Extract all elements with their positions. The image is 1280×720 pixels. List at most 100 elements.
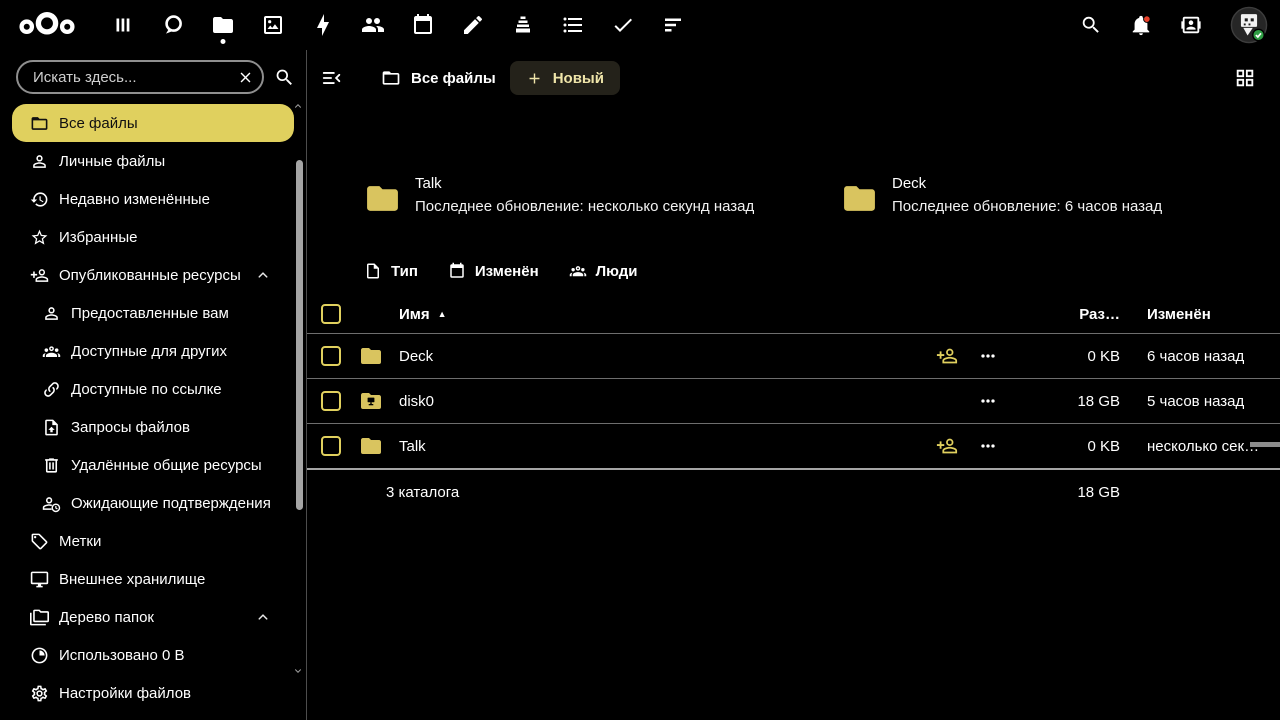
sidebar-item[interactable]: Избранные: [0, 218, 306, 256]
app-photo-icon[interactable]: [260, 5, 286, 45]
app-pencil-icon[interactable]: [460, 5, 486, 45]
contacts-menu-button[interactable]: [1180, 13, 1204, 37]
app-stack-icon[interactable]: [510, 5, 536, 45]
app-list-icon[interactable]: [560, 5, 586, 45]
scroll-down-icon[interactable]: [292, 665, 304, 677]
sidebar-item-label: Настройки файлов: [59, 685, 191, 702]
search-input[interactable]: [31, 68, 237, 87]
breadcrumb[interactable]: Все файлы: [381, 68, 496, 88]
folder-icon: [211, 13, 235, 37]
app-two-people-icon[interactable]: [360, 5, 386, 45]
app-columns-icon[interactable]: [110, 5, 136, 45]
app-lines-icon[interactable]: [660, 5, 686, 45]
select-all-checkbox[interactable]: [321, 304, 341, 324]
contact-badge-icon: [1180, 14, 1202, 36]
row-checkbox[interactable]: [321, 436, 341, 456]
folder-icon: [359, 434, 383, 458]
search-icon-button[interactable]: [274, 65, 298, 89]
notifications-button[interactable]: [1130, 13, 1154, 37]
sidebar-item[interactable]: Все файлы: [12, 104, 294, 142]
app-talk-bubble-icon[interactable]: [160, 5, 186, 45]
file-name[interactable]: Deck: [399, 348, 934, 365]
sidebar-item-label: Использовано 0 B: [59, 647, 185, 664]
grid-view-toggle[interactable]: [1234, 66, 1258, 90]
sidebar-item[interactable]: Личные файлы: [0, 142, 306, 180]
sidebar-item[interactable]: Запросы файлов: [0, 408, 306, 446]
share-button[interactable]: [934, 344, 960, 368]
table-row[interactable]: Deck0 KB6 часов назад: [307, 334, 1280, 379]
file-modified: 5 часов назад: [1147, 393, 1280, 410]
sidebar-item[interactable]: Доступные для других: [0, 332, 306, 370]
calendar-icon: [448, 262, 466, 280]
content-header: Все файлы Новый: [307, 56, 1280, 100]
sidebar-item[interactable]: Настройки файлов: [0, 674, 306, 712]
sidebar-item[interactable]: Предоставленные вам: [0, 294, 306, 332]
app-launcher: [110, 5, 686, 45]
stack-icon: [511, 13, 535, 37]
folder-icon: [364, 180, 401, 217]
active-app-dot: [221, 39, 226, 44]
recent-card[interactable]: DeckПоследнее обновление: 6 часов назад: [841, 172, 1162, 218]
file-name[interactable]: Talk: [399, 438, 934, 455]
sidebar-item[interactable]: Доступные по ссылке: [0, 370, 306, 408]
scrollbar-fragment[interactable]: [1250, 442, 1280, 447]
row-checkbox[interactable]: [321, 346, 341, 366]
scroll-up-icon[interactable]: [292, 100, 304, 112]
sidebar: Все файлыЛичные файлыНедавно изменённыеИ…: [0, 50, 307, 720]
sort-by-name-button[interactable]: Имя ▲: [399, 306, 447, 323]
chevron-down-icon: [292, 665, 304, 677]
sidebar-item[interactable]: Дерево папок: [0, 598, 306, 636]
search-box: [16, 60, 264, 94]
share-button[interactable]: [934, 434, 960, 458]
sidebar-item-label: Предоставленные вам: [71, 305, 229, 322]
sidebar-scrollbar-thumb[interactable]: [296, 160, 303, 510]
avatar-robot-icon: [1230, 6, 1268, 44]
clear-search-button[interactable]: [237, 69, 254, 86]
table-row[interactable]: disk0 18 GB 5 часов назад: [307, 379, 1280, 424]
nextcloud-logo[interactable]: [16, 8, 78, 42]
list-icon: [561, 13, 585, 37]
sidebar-item-label: Дерево папок: [59, 609, 154, 626]
app-lightning-icon[interactable]: [310, 5, 336, 45]
row-checkbox[interactable]: [321, 391, 341, 411]
person-clock-icon: [42, 494, 61, 513]
sidebar-item[interactable]: Удалённые общие ресурсы: [0, 446, 306, 484]
unified-search-button[interactable]: [1080, 13, 1104, 37]
user-avatar[interactable]: [1230, 6, 1268, 44]
file-name[interactable]: disk0: [399, 393, 934, 410]
sidebar-item[interactable]: Метки: [0, 522, 306, 560]
sidebar-item-label: Доступные по ссылке: [71, 381, 222, 398]
app-check-icon[interactable]: [610, 5, 636, 45]
file-size: 18 GB: [1016, 393, 1120, 410]
new-button[interactable]: Новый: [510, 61, 620, 95]
sidebar-item[interactable]: Опубликованные ресурсы: [0, 256, 306, 294]
recent-card[interactable]: TalkПоследнее обновление: несколько секу…: [364, 172, 754, 218]
sidebar-item[interactable]: Ожидающие подтверждения: [0, 484, 306, 522]
actions-menu-button[interactable]: [968, 344, 1008, 368]
filter-chip-label: Люди: [596, 263, 638, 280]
sidebar-item[interactable]: Недавно изменённые: [0, 180, 306, 218]
sidebar-item-label: Запросы файлов: [71, 419, 190, 436]
chevron-up-icon[interactable]: [254, 266, 272, 284]
collapse-sidebar-button[interactable]: [321, 66, 345, 90]
file-table: Имя ▲ Раз… Изменён Deck0 KB6 часов назад…: [307, 295, 1280, 514]
column-modified-header[interactable]: Изменён: [1147, 306, 1280, 323]
actions-menu-button[interactable]: [968, 389, 1008, 413]
topbar: [0, 0, 1280, 50]
table-row[interactable]: Talk0 KBнесколько сек…: [307, 424, 1280, 470]
app-folder-icon[interactable]: [210, 5, 236, 45]
sidebar-item[interactable]: Использовано 0 B: [0, 636, 306, 674]
filter-chip-Изменён[interactable]: Изменён: [448, 262, 539, 280]
filter-chip-Тип[interactable]: Тип: [364, 262, 418, 280]
collapse-icon: [321, 67, 343, 89]
talk-bubble-icon: [161, 13, 185, 37]
sidebar-item-label: Удалённые общие ресурсы: [71, 457, 262, 474]
filter-chip-label: Изменён: [475, 263, 539, 280]
filter-chip-Люди[interactable]: Люди: [569, 262, 638, 280]
sidebar-item[interactable]: Внешнее хранилище: [0, 560, 306, 598]
sidebar-scrollbar[interactable]: [292, 100, 304, 685]
app-calendar-icon[interactable]: [410, 5, 436, 45]
actions-menu-button[interactable]: [968, 434, 1008, 458]
column-size-header[interactable]: Раз…: [1016, 306, 1120, 323]
chevron-up-icon[interactable]: [254, 608, 272, 626]
